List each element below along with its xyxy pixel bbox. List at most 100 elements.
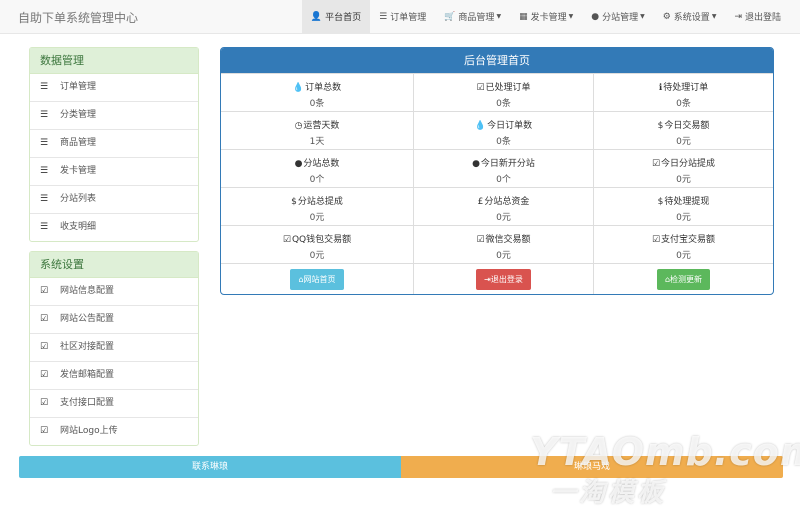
data-item-label: 商品管理 (60, 138, 97, 148)
data-item-5[interactable]: ☰ 收支明细 (30, 213, 198, 241)
nav-item-label: 平台首页 (325, 13, 362, 23)
settings-item-3[interactable]: ☑ 发信邮箱配置 (30, 361, 198, 389)
system-settings-list: ☑ 网站信息配置 ☑ 网站公告配置 ☑ 社区对接配置 ☑ 发信邮箱配置 ☑ 支付接口配置 ☑ 网站Lo… (30, 278, 198, 445)
stat-label-text: 分站总数 (303, 159, 340, 169)
stat-cell: ◷运营天数 1天 (221, 111, 413, 149)
edit-icon: ☑ (40, 426, 49, 436)
stat-value: 1天 (309, 137, 325, 147)
nav-item-label: 商品管理 (458, 13, 495, 23)
stat-label-text: 待处理提现 (664, 197, 710, 207)
chevron-down-icon: ▼ (711, 13, 717, 20)
stat-label-text: 待处理订单 (663, 83, 709, 93)
nav-item-label: 分站管理 (602, 13, 639, 23)
stat-cell: ☑支付宝交易额 0元 (593, 225, 773, 263)
logout-icon: ⇥ (734, 11, 742, 22)
chevron-down-icon: ▼ (640, 13, 645, 20)
stat-label-text: 分站总提成 (297, 197, 343, 207)
check-update-button[interactable]: ⌂检测更新 (656, 269, 711, 290)
stat-value: 0元 (496, 251, 511, 261)
data-item-label: 分类管理 (60, 110, 97, 120)
drop-icon: 💧 (474, 121, 487, 131)
data-item-label: 发卡管理 (60, 166, 97, 176)
stat-label-text: 分站总资金 (484, 197, 530, 207)
stat-label: $待处理提现 (594, 194, 773, 207)
brand-title[interactable]: 自助下单系统管理中心 (18, 9, 138, 26)
list-icon: ☰ (40, 82, 49, 92)
button-label: 检测更新 (670, 275, 703, 284)
check-icon: ☑ (476, 235, 485, 245)
stat-value: 0元 (309, 213, 325, 223)
edit-icon: ☑ (40, 370, 49, 380)
settings-item-2[interactable]: ☑ 社区对接配置 (30, 333, 198, 361)
stat-value: 0元 (676, 137, 691, 147)
chevron-down-icon: ▼ (496, 13, 502, 20)
footer-bar: 联系琳琅 琳琅马戏 (19, 456, 783, 478)
settings-item-label: 发信邮箱配置 (60, 370, 115, 380)
list-icon: ☰ (40, 194, 49, 204)
data-management-panel: 数据管理 ☰ 订单管理 ☰ 分类管理 ☰ 商品管理 ☰ 发卡管理 ☰ 分站列表 ☰ 收支明细 (29, 47, 199, 242)
check-icon: ☑ (476, 83, 485, 93)
settings-item-1[interactable]: ☑ 网站公告配置 (30, 305, 198, 333)
nav-item-3[interactable]: ▦ 发卡管理 ▼ (510, 0, 582, 33)
nav-item-2[interactable]: 🛒 商品管理 ▼ (435, 0, 510, 33)
stat-label-text: 支付宝交易额 (661, 235, 716, 245)
list-icon: ☰ (40, 138, 49, 148)
settings-item-0[interactable]: ☑ 网站信息配置 (30, 278, 198, 305)
data-management-list: ☰ 订单管理 ☰ 分类管理 ☰ 商品管理 ☰ 发卡管理 ☰ 分站列表 ☰ 收支明细 (30, 74, 198, 241)
stat-value: 0条 (676, 99, 691, 109)
settings-item-label: 支付接口配置 (60, 398, 115, 408)
stat-label-text: 微信交易额 (485, 235, 531, 245)
stat-label-text: 运营天数 (303, 121, 340, 131)
stat-cell: $分站总提成 0元 (221, 187, 413, 225)
stat-cell: ☑QQ钱包交易额 0元 (221, 225, 413, 263)
logout-button[interactable]: ⇥退出登录 (476, 269, 531, 290)
settings-item-5[interactable]: ☑ 网站Logo上传 (30, 417, 198, 445)
data-item-0[interactable]: ☰ 订单管理 (30, 74, 198, 101)
settings-item-label: 社区对接配置 (60, 342, 115, 352)
clock-icon: ◷ (294, 121, 303, 131)
stat-cell: ☑已处理订单 0条 (413, 73, 593, 111)
list-icon: ☰ (40, 222, 49, 232)
system-settings-title: 系统设置 (30, 252, 198, 278)
stat-cell: 💧订单总数 0条 (221, 73, 413, 111)
nav-item-5[interactable]: ⚙ 系统设置 ▼ (654, 0, 726, 33)
stat-value: 0元 (676, 213, 691, 223)
settings-item-label: 网站信息配置 (60, 286, 115, 296)
footer-right-button[interactable]: 琳琅马戏 (401, 456, 783, 478)
nav-item-6[interactable]: ⇥ 退出登陆 (725, 0, 790, 33)
data-item-2[interactable]: ☰ 商品管理 (30, 129, 198, 157)
data-management-title: 数据管理 (30, 48, 198, 74)
stat-cell: ●分站总数 0个 (221, 149, 413, 187)
stat-value: 0元 (309, 251, 325, 261)
contact-button[interactable]: 联系琳琅 (19, 456, 401, 478)
stat-value: 0元 (676, 175, 691, 185)
nav-item-4[interactable]: ● 分站管理 ▼ (582, 0, 654, 33)
stat-label: ☑已处理订单 (414, 80, 593, 93)
dollar-icon: $ (657, 197, 664, 207)
stat-label: ℹ待处理订单 (594, 80, 773, 93)
dollar-icon: $ (291, 197, 297, 207)
stat-label: ●今日新开分站 (414, 156, 593, 169)
button-cell: ⇥退出登录 (413, 263, 593, 294)
stat-cell: $今日交易额 0元 (593, 111, 773, 149)
data-item-label: 订单管理 (60, 82, 97, 92)
drop-icon: 💧 (292, 83, 305, 93)
settings-item-4[interactable]: ☑ 支付接口配置 (30, 389, 198, 417)
data-item-3[interactable]: ☰ 发卡管理 (30, 157, 198, 185)
stat-label: $今日交易额 (594, 118, 773, 131)
dashboard-title: 后台管理首页 (221, 48, 773, 73)
stat-label: ☑QQ钱包交易额 (221, 232, 413, 245)
data-item-1[interactable]: ☰ 分类管理 (30, 101, 198, 129)
check-icon: ☑ (651, 159, 661, 169)
gear-icon: ⚙ (662, 11, 671, 22)
button-label: 退出登录 (490, 275, 523, 284)
button-cell: ⌂网站首页 (221, 263, 413, 294)
site-home-button[interactable]: ⌂网站首页 (290, 269, 344, 290)
edit-icon: ☑ (40, 314, 49, 324)
nav-item-1[interactable]: ☰ 订单管理 (370, 0, 435, 33)
data-item-4[interactable]: ☰ 分站列表 (30, 185, 198, 213)
list-icon: ☰ (40, 110, 49, 120)
stat-cell: ℹ待处理订单 0条 (593, 73, 773, 111)
nav-item-0[interactable]: 👤 平台首页 (301, 0, 371, 33)
action-buttons-row: ⌂网站首页 ⇥退出登录 ⌂检测更新 (221, 263, 773, 294)
